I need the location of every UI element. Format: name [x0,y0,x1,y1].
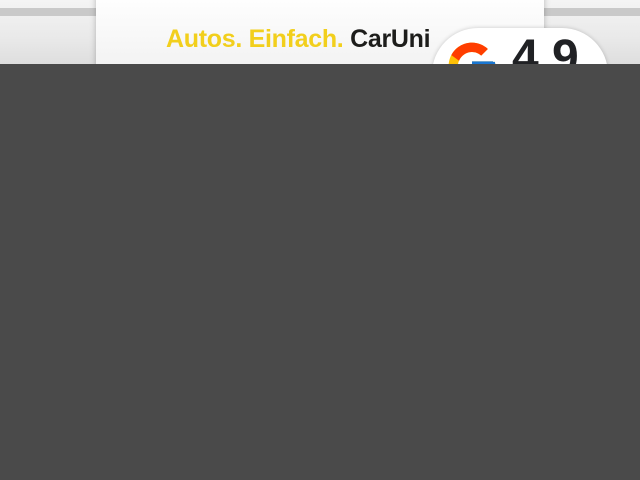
slogan-brand-text: CarUni [350,25,431,53]
banner-slogan: Autos. Einfach. CarUni [166,24,431,54]
dark-overlay-panel [0,64,640,480]
slogan-yellow-text: Autos. Einfach. [166,25,344,53]
